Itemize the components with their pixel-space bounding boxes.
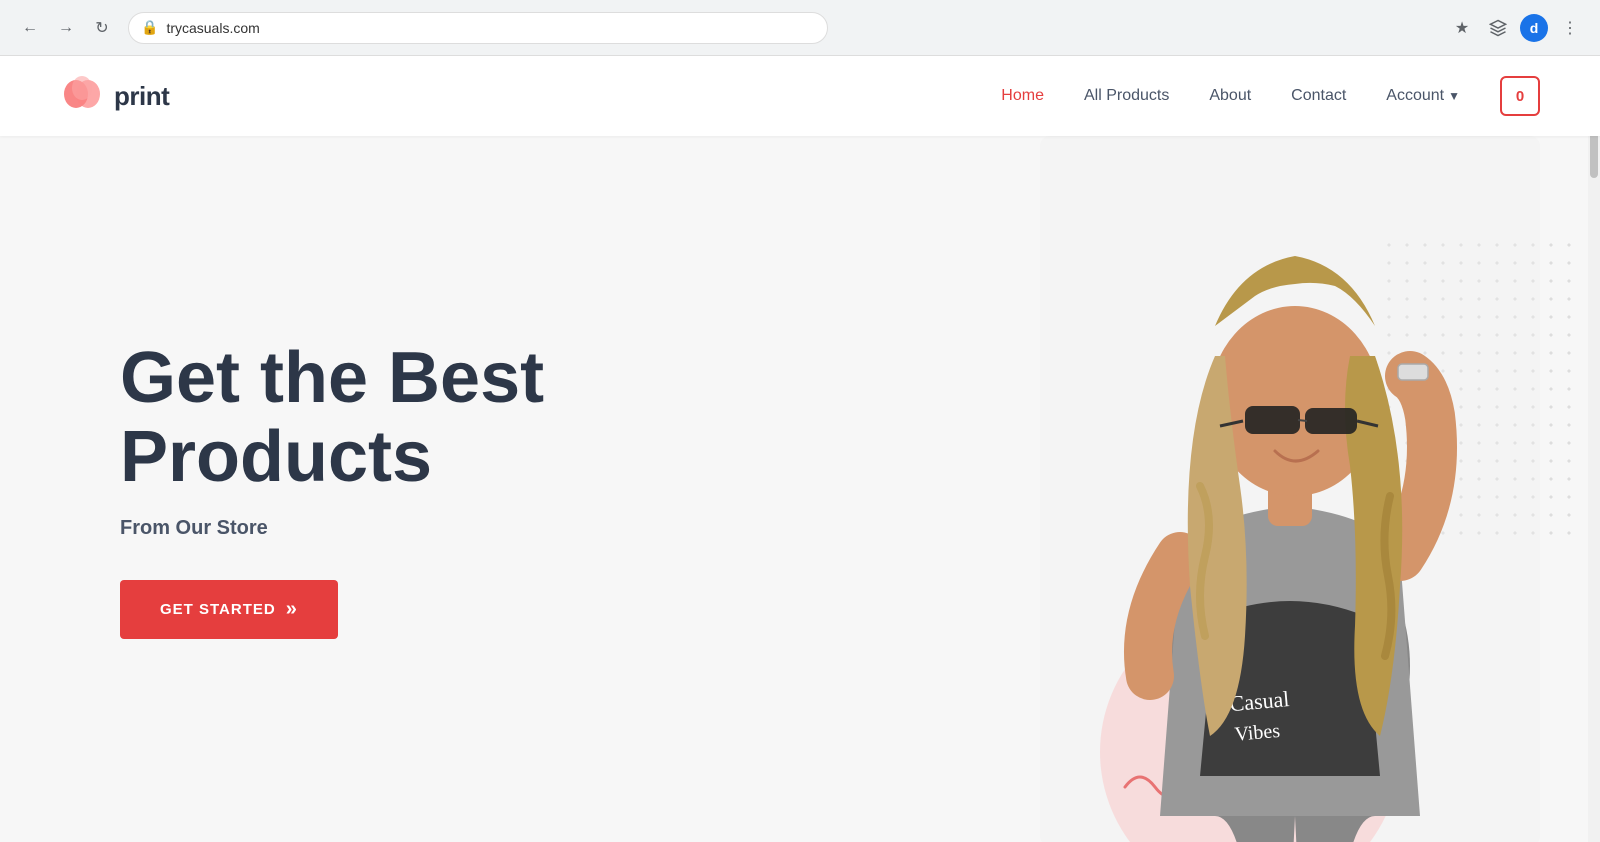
cta-arrow-icon: » — [286, 598, 298, 621]
svg-text:Vibes: Vibes — [1234, 720, 1281, 746]
bookmark-button[interactable]: ★ — [1448, 14, 1476, 42]
nav-about[interactable]: About — [1209, 87, 1251, 105]
cta-button[interactable]: GET STARTED » — [120, 580, 338, 639]
browser-actions: ★ d ⋮ — [1448, 14, 1584, 42]
nav-all-products[interactable]: All Products — [1084, 87, 1169, 105]
hero-woman-illustration: Casual Vibes — [1040, 136, 1540, 842]
cart-count: 0 — [1516, 88, 1524, 105]
forward-button[interactable]: → — [52, 14, 80, 42]
hero-title: Get the Best Products — [120, 339, 640, 497]
chevron-down-icon: ▼ — [1448, 89, 1460, 103]
hero-section: Get the Best Products From Our Store GET… — [0, 136, 1600, 842]
cta-label: GET STARTED — [160, 601, 276, 618]
logo-text: print — [114, 81, 169, 112]
extension-button[interactable] — [1484, 14, 1512, 42]
nav-contact[interactable]: Contact — [1291, 87, 1346, 105]
logo-link[interactable]: print — [60, 74, 169, 118]
navbar: print Home All Products About Contact Ac… — [0, 56, 1600, 136]
scrollbar[interactable] — [1588, 56, 1600, 842]
hero-subtitle: From Our Store — [120, 517, 640, 540]
reload-button[interactable]: ↻ — [88, 14, 116, 42]
hero-content: Get the Best Products From Our Store GET… — [0, 339, 640, 639]
browser-chrome: ← → ↻ 🔒 trycasuals.com ★ d ⋮ — [0, 0, 1600, 56]
profile-avatar[interactable]: d — [1520, 14, 1548, 42]
website-container: print Home All Products About Contact Ac… — [0, 56, 1600, 842]
nav-account[interactable]: Account ▼ — [1386, 87, 1460, 105]
menu-button[interactable]: ⋮ — [1556, 14, 1584, 42]
hero-image-area: Casual Vibes — [780, 136, 1600, 842]
browser-nav-buttons: ← → ↻ — [16, 14, 116, 42]
nav-home[interactable]: Home — [1001, 87, 1044, 105]
back-button[interactable]: ← — [16, 14, 44, 42]
lock-icon: 🔒 — [141, 19, 158, 36]
nav-links: Home All Products About Contact Account … — [1001, 76, 1540, 116]
svg-text:Casual: Casual — [1228, 686, 1290, 716]
cart-button[interactable]: 0 — [1500, 76, 1540, 116]
logo-icon — [60, 74, 104, 118]
url-text: trycasuals.com — [166, 20, 259, 36]
address-bar[interactable]: 🔒 trycasuals.com — [128, 12, 828, 44]
